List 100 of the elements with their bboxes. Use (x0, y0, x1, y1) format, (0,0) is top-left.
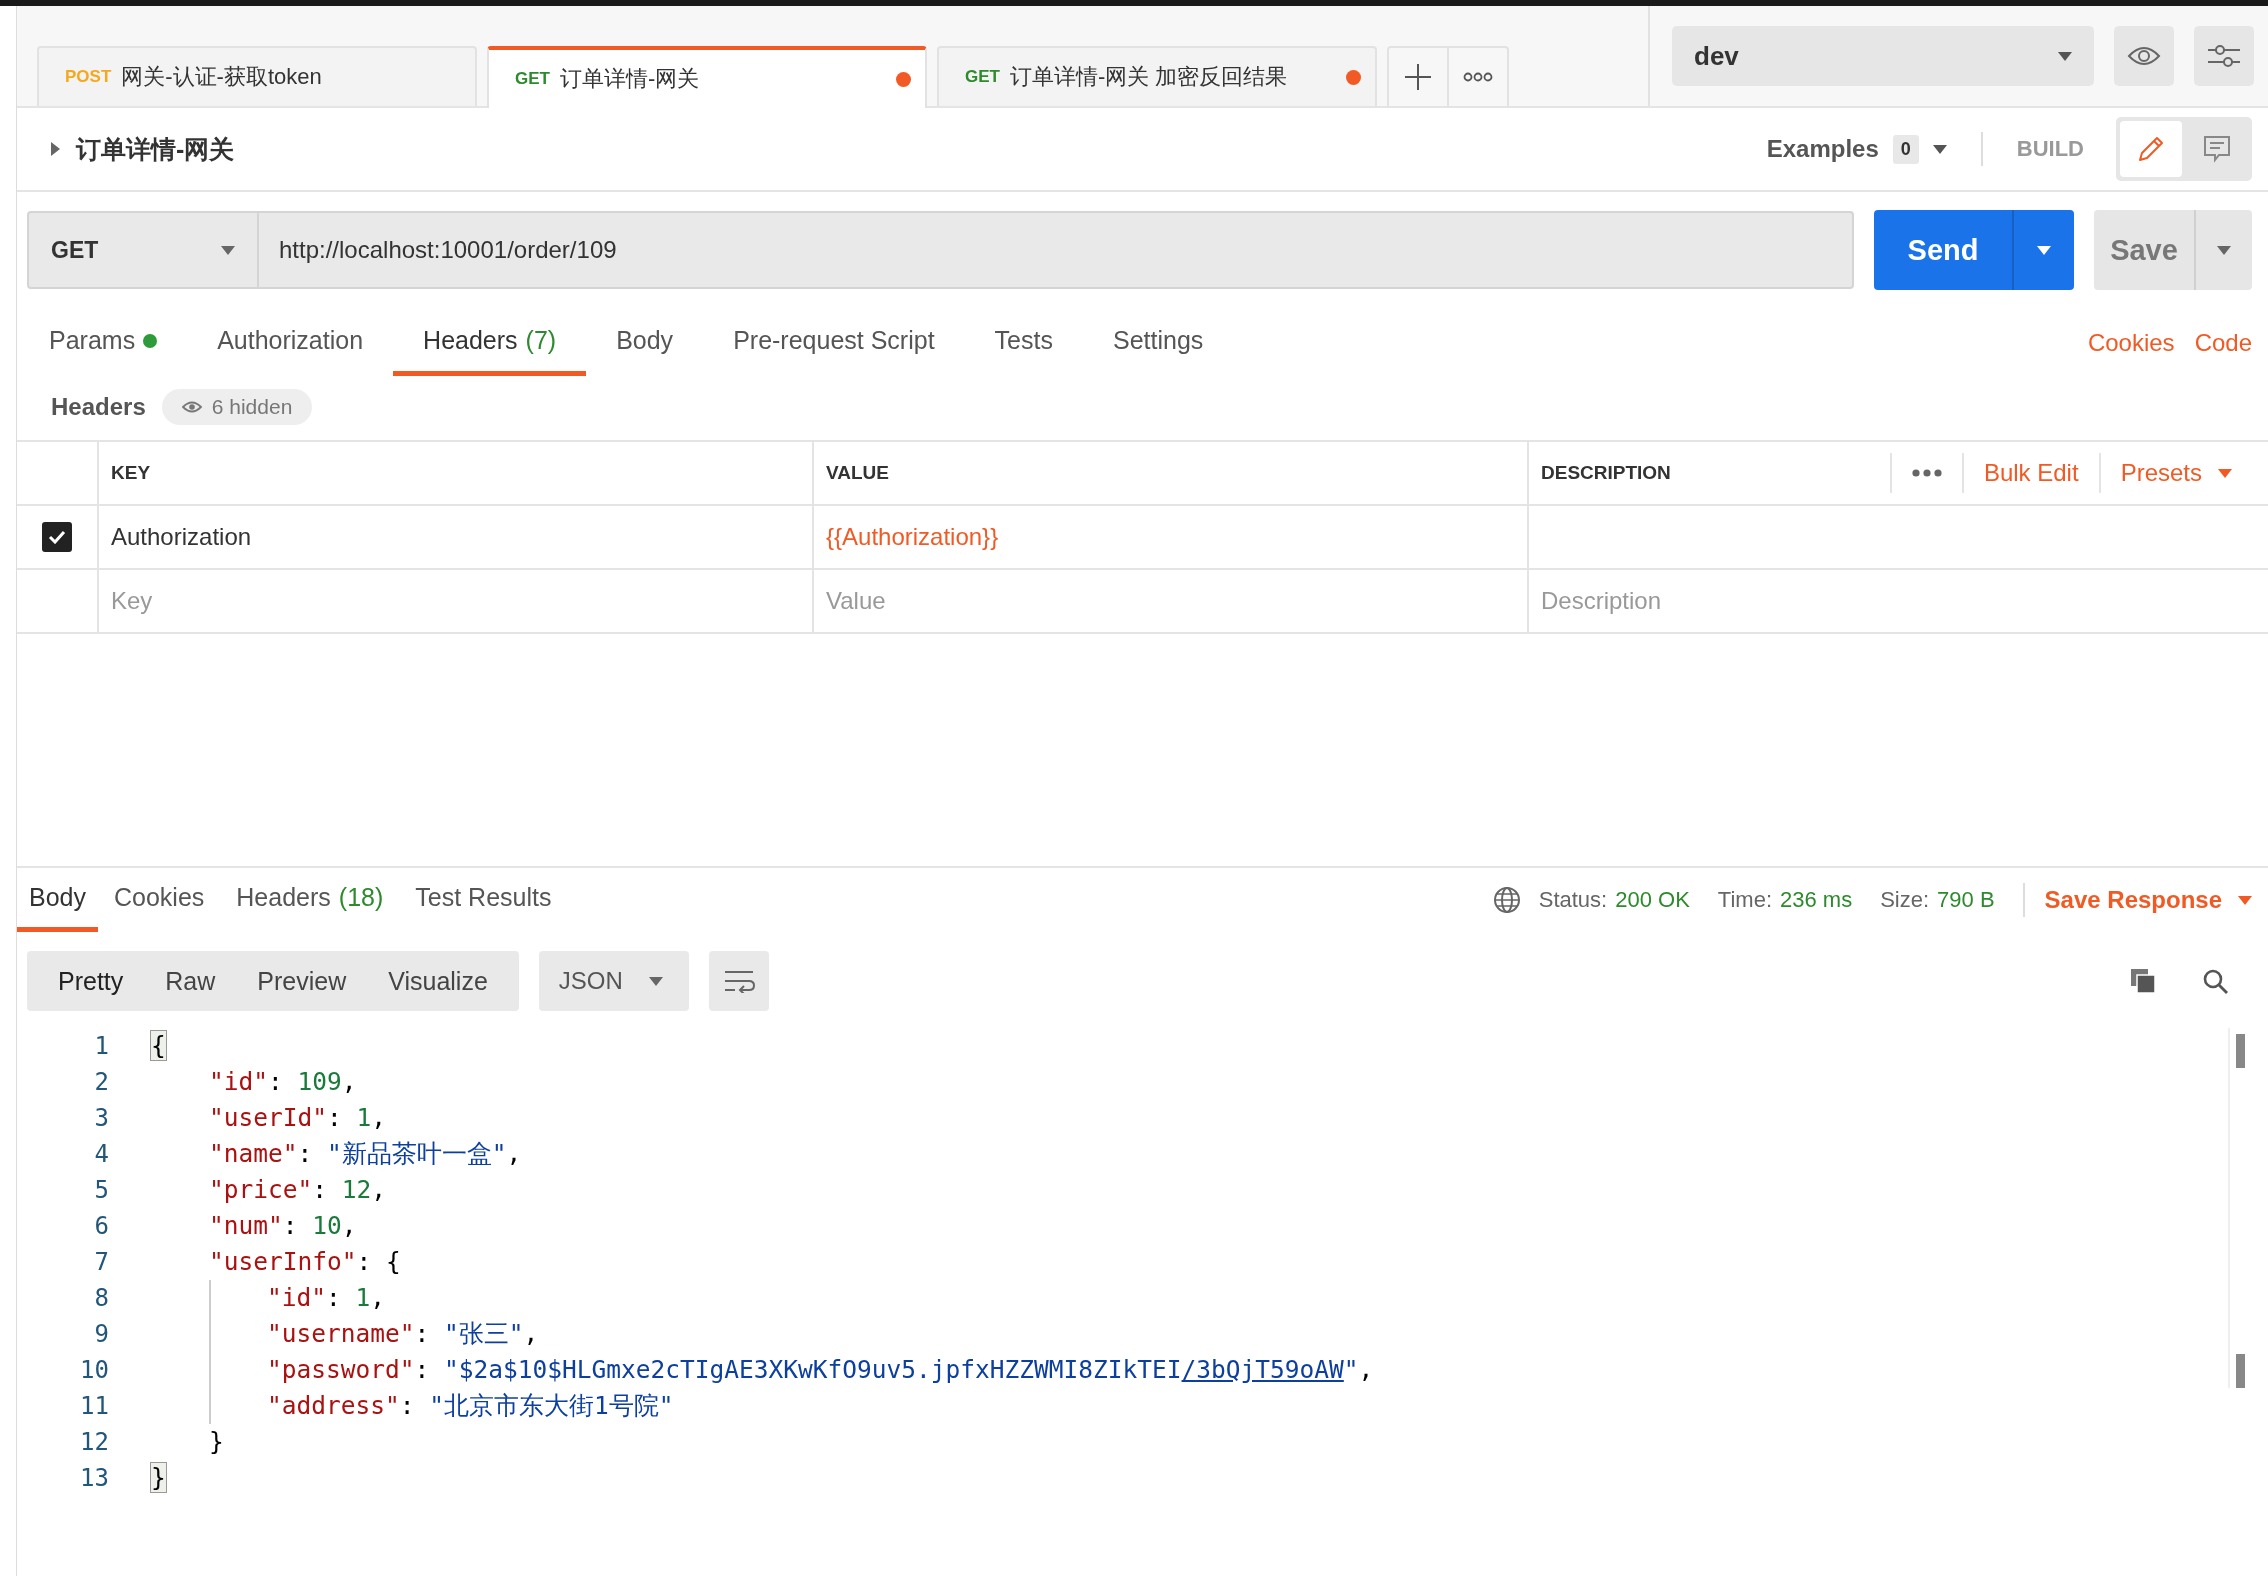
send-button[interactable]: Send (1874, 210, 2012, 290)
line-number: 7 (93, 1248, 109, 1276)
view-mode-tab[interactable]: Pretty (37, 966, 145, 996)
request-section-tab[interactable]: Tests (964, 310, 1083, 376)
view-mode-tab[interactable]: Visualize (367, 966, 509, 996)
caret-icon (2217, 245, 2231, 255)
section-label: Headers (51, 393, 146, 421)
method-label: GET (515, 69, 550, 89)
line-number: 4 (93, 1140, 109, 1168)
request-section-tab[interactable]: Headers (7) (393, 310, 587, 376)
hidden-headers-toggle[interactable]: 6 hidden (161, 389, 313, 425)
code-line: "username": "张三", (267, 1318, 539, 1350)
count-label: (7) (525, 326, 557, 355)
response-tab[interactable]: Body (17, 868, 98, 932)
metric-label: Status: (1538, 886, 1608, 914)
more-icon (1911, 469, 1942, 477)
mode-label: BUILD (2016, 136, 2084, 162)
method-label: POST (65, 67, 112, 87)
view-mode-tab[interactable]: Raw (144, 966, 237, 996)
code-line: "id": 109, (209, 1066, 357, 1098)
column-header: DESCRIPTION (1541, 462, 1671, 484)
wrap-lines-button[interactable] (708, 951, 769, 1011)
tab-title: 订单详情-网关 加密反回结果 (1009, 63, 1288, 91)
metric-value: 200 OK (1615, 886, 1690, 914)
tab-title: 网关-认证-获取token (121, 63, 322, 91)
format-dropdown[interactable]: JSON (538, 951, 689, 1011)
wrap-icon (722, 969, 755, 993)
code-line: "num": 10, (209, 1210, 357, 1242)
request-section-tab[interactable]: Pre-request Script (703, 310, 965, 376)
count-label: (18) (338, 883, 384, 912)
checkmark-icon (48, 530, 66, 544)
method-label: GET (965, 67, 1000, 87)
table-cell[interactable]: Authorization (111, 523, 252, 551)
input-field[interactable]: Key (111, 587, 511, 615)
request-section-tab[interactable]: Settings (1082, 310, 1234, 376)
column-header: KEY (111, 462, 151, 484)
more-icon (1463, 72, 1493, 82)
line-number: 6 (93, 1212, 109, 1240)
caret-icon (2238, 895, 2252, 905)
response-tab[interactable]: Test Results (399, 868, 568, 932)
caret-icon (2037, 245, 2051, 255)
line-number: 5 (93, 1176, 109, 1204)
line-number: 12 (79, 1428, 109, 1456)
tab-title: 订单详情-网关 (559, 65, 700, 93)
environment-dropdown[interactable]: dev (1672, 26, 2094, 86)
pencil-icon (2136, 134, 2166, 164)
request-tab[interactable]: GET 订单详情-网关 加密反回结果 (937, 46, 1377, 106)
input-field[interactable]: Value (826, 587, 1226, 615)
code-line: "id": 1, (267, 1282, 386, 1314)
metric-value: 236 ms (1780, 886, 1853, 914)
sliders-icon (2207, 42, 2241, 70)
scrollbar-thumb[interactable] (2236, 1354, 2245, 1388)
examples-dropdown[interactable]: Examples 0 (1766, 134, 1947, 164)
request-section-tab[interactable]: Params (27, 310, 188, 376)
metric-label: Time: (1717, 886, 1772, 914)
comment-icon (2202, 134, 2232, 164)
line-number: 11 (79, 1392, 109, 1420)
scrollbar-thumb[interactable] (2236, 1034, 2245, 1068)
caret-icon (2058, 51, 2072, 61)
caret-icon (1932, 144, 1947, 154)
eye-icon (2127, 45, 2161, 67)
expand-arrow-icon[interactable] (51, 142, 60, 156)
edit-button[interactable] (2120, 121, 2182, 177)
response-tab[interactable]: Headers (18) (220, 868, 400, 932)
request-section-tab[interactable]: Authorization (187, 310, 394, 376)
line-number: 1 (93, 1032, 109, 1060)
request-tab[interactable]: POST 网关-认证-获取token (37, 46, 477, 106)
metric-value: 790 B (1937, 886, 1995, 914)
save-button[interactable]: Save (2094, 210, 2194, 290)
settings-button[interactable] (2194, 26, 2254, 86)
caret-icon (2218, 468, 2232, 478)
code-line: "userInfo": { (209, 1246, 401, 1278)
view-mode-tab[interactable]: Preview (236, 966, 368, 996)
code-line: "price": 12, (209, 1174, 387, 1206)
line-number: 8 (93, 1284, 109, 1312)
plus-icon (1405, 64, 1431, 90)
request-tab[interactable]: GET 订单详情-网关 (487, 46, 927, 108)
code-line: "name": "新品茶叶一盒", (209, 1138, 522, 1170)
metric-label: Size: (1880, 886, 1930, 914)
input-field[interactable]: Description (1541, 587, 1941, 615)
code-line: "userId": 1, (209, 1102, 387, 1134)
eye-icon (181, 401, 202, 413)
globe-icon[interactable] (1492, 886, 1521, 914)
line-number: 13 (79, 1464, 109, 1492)
column-header: VALUE (826, 462, 889, 484)
copy-icon[interactable] (2130, 968, 2156, 994)
checkbox[interactable] (42, 522, 72, 552)
line-number: 2 (93, 1068, 109, 1096)
request-section-tab[interactable]: Body (586, 310, 704, 376)
count-badge: 0 (1892, 134, 1919, 164)
request-title: 订单详情-网关 (76, 133, 235, 165)
environment-quick-look-button[interactable] (2114, 26, 2174, 86)
line-number: 9 (93, 1320, 109, 1348)
response-tab[interactable]: Cookies (98, 868, 221, 932)
code-line: "password": "$2a$10$HLGmxe2cTIgAE3XKwKfO9uv5.jpfxHZZWMI8ZIkTEI/3bQjT59oAW", (267, 1354, 1374, 1386)
caret-icon (648, 976, 663, 986)
code-line: "address": "北京市东大街1号院" (267, 1390, 674, 1422)
more-button[interactable] (1889, 453, 1964, 493)
search-icon[interactable] (2202, 968, 2228, 994)
code-line: } (209, 1426, 224, 1458)
